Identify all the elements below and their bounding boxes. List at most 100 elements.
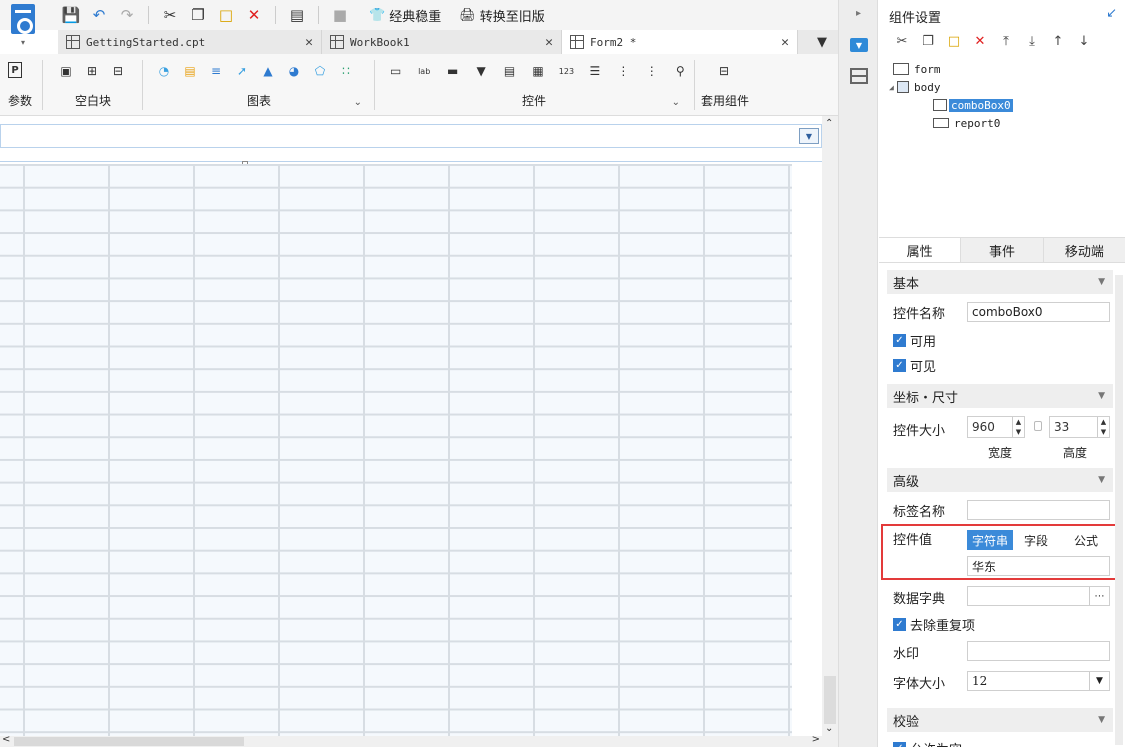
label-control-icon[interactable]: lab (414, 62, 433, 80)
height-stepper[interactable]: 33 ▲ ▼ (1049, 416, 1110, 438)
list-control-icon[interactable]: ☰ (585, 62, 604, 80)
tab-events[interactable]: 事件 (961, 238, 1044, 262)
template-component-icon[interactable]: ⊟ (714, 62, 734, 80)
tree-node-body[interactable]: ◢ body (889, 78, 1013, 96)
enabled-checkbox[interactable]: ✓ 可用 (893, 331, 936, 350)
tree-node-combobox[interactable]: comboBox0 (933, 96, 1013, 114)
watermark-field[interactable] (967, 641, 1110, 661)
tree-node-form[interactable]: form (893, 60, 1013, 78)
scroll-left-icon[interactable]: < (2, 734, 10, 745)
stepper-arrows-icon[interactable]: ▲ ▼ (1012, 417, 1024, 437)
paste-icon[interactable]: □ (945, 32, 963, 50)
close-icon[interactable]: ✕ (545, 35, 553, 50)
search-control-icon[interactable]: ⚲ (671, 62, 690, 80)
checkbox-group-icon[interactable]: ⋮ (614, 62, 633, 80)
move-bottom-icon[interactable]: ⤓ (1023, 32, 1041, 50)
vertical-scrollbar[interactable]: ⌃ ⌄ (822, 116, 838, 736)
move-top-icon[interactable]: ⤒ (997, 32, 1015, 50)
move-down-icon[interactable]: ↓ (1075, 32, 1093, 50)
horizontal-bar-icon[interactable]: ≡ (206, 62, 226, 80)
line-chart-icon[interactable]: ➚ (232, 62, 252, 80)
scroll-down-icon[interactable]: ⌄ (825, 723, 833, 734)
stepper-arrows-icon[interactable]: ▲ ▼ (1097, 417, 1109, 437)
layout-icon[interactable] (850, 68, 868, 84)
button-control-icon[interactable]: ▭ (386, 62, 405, 80)
undo-icon[interactable]: ↶ (88, 4, 110, 26)
copy-icon[interactable]: ❐ (919, 32, 937, 50)
dedupe-checkbox[interactable]: ✓ 去除重复项 (893, 615, 975, 634)
save-icon[interactable]: 💾 (60, 4, 82, 26)
bar-chart-icon[interactable]: ▤ (180, 62, 200, 80)
lock-icon[interactable] (1034, 421, 1042, 431)
tab-workbook[interactable]: WorkBook1 ✕ (322, 30, 562, 54)
width-stepper[interactable]: 960 ▲ ▼ (967, 416, 1025, 438)
data-dict-field[interactable]: ⋯ (967, 586, 1110, 606)
convert-old-button[interactable]: 🖨 转换至旧版 (459, 6, 545, 25)
control-name-field[interactable]: comboBox0 (967, 302, 1110, 322)
control-value-field[interactable]: 华东 (967, 556, 1110, 576)
dropdown-arrow-icon[interactable]: ▼ (799, 128, 819, 144)
delete-icon[interactable]: ✕ (971, 32, 989, 50)
classic-theme-button[interactable]: 👕 经典稳重 (369, 6, 441, 25)
chevron-right-icon[interactable]: ▸ (856, 8, 861, 19)
section-validate[interactable]: 校验 ▼ (887, 708, 1113, 732)
scroll-up-icon[interactable]: ⌃ (825, 118, 833, 129)
design-canvas[interactable]: ▼ (0, 116, 822, 736)
textarea-control-icon[interactable]: ▤ (500, 62, 519, 80)
radio-group-icon[interactable]: ⋮ (642, 62, 661, 80)
area-chart-icon[interactable]: ▲ (258, 62, 278, 80)
redo-icon[interactable]: ↷ (116, 4, 138, 26)
combobox-widget[interactable]: ▼ (0, 124, 822, 148)
expand-icon[interactable]: ◢ (889, 83, 894, 92)
section-basic[interactable]: 基本 ▼ (887, 270, 1113, 294)
move-up-icon[interactable]: ↑ (1049, 32, 1067, 50)
cut-icon[interactable]: ✂ (893, 32, 911, 50)
widget-settings-icon[interactable]: ▼ (850, 38, 868, 52)
app-logo[interactable]: ▾ (8, 4, 38, 50)
scroll-right-icon[interactable]: > (812, 734, 820, 745)
section-coords[interactable]: 坐标・尺寸 ▼ (887, 384, 1113, 408)
allow-empty-checkbox[interactable]: ✓ 允许为空 (893, 739, 962, 747)
tab-mobile[interactable]: 移动端 (1044, 238, 1125, 262)
report-grid[interactable] (0, 164, 792, 736)
tabs-menu-icon[interactable]: ▼ (806, 30, 838, 54)
collapse-icon[interactable]: ↙ (1106, 6, 1117, 21)
tab-form2[interactable]: Form2 * ✕ (562, 30, 798, 54)
preview-icon[interactable]: ■ (329, 4, 351, 26)
type-field-option[interactable]: 字段 (1019, 530, 1053, 550)
tree-node-report[interactable]: report0 (933, 114, 1013, 132)
chevron-down-icon[interactable]: ▼ (1089, 672, 1109, 690)
type-string-option[interactable]: 字符串 (967, 530, 1014, 550)
radar-chart-icon[interactable]: ⬠ (310, 62, 330, 80)
combobox-control-icon[interactable]: ▼ (471, 62, 490, 80)
panel-scrollbar[interactable] (1115, 275, 1123, 745)
date-control-icon[interactable]: ▦ (528, 62, 547, 80)
tab-layout-icon[interactable]: ⊞ (82, 62, 102, 80)
horizontal-scrollbar[interactable]: < > (0, 734, 838, 747)
scroll-thumb[interactable] (14, 737, 244, 746)
delete-icon[interactable]: ✕ (243, 4, 265, 26)
cut-icon[interactable]: ✂ (159, 4, 181, 26)
scroll-thumb[interactable] (824, 676, 836, 724)
tab-getting-started[interactable]: GettingStarted.cpt ✕ (58, 30, 322, 54)
type-formula-option[interactable]: 公式 (1069, 530, 1103, 550)
number-control-icon[interactable]: 123 (557, 62, 576, 80)
font-size-select[interactable]: 12 ▼ (967, 671, 1110, 691)
visible-checkbox[interactable]: ✓ 可见 (893, 356, 936, 375)
absolute-layout-icon[interactable]: ▣ (56, 62, 76, 80)
tab-properties[interactable]: 属性 (879, 238, 962, 262)
copy-icon[interactable]: ❐ (187, 4, 209, 26)
close-icon[interactable]: ✕ (305, 35, 313, 50)
grid-layout-icon[interactable]: ⊟ (108, 62, 128, 80)
paste-icon[interactable]: □ (215, 4, 237, 26)
section-advanced[interactable]: 高级 ▼ (887, 468, 1113, 492)
chevron-down-icon[interactable]: ⌄ (672, 97, 680, 108)
param-icon[interactable]: P (8, 62, 22, 78)
tag-name-field[interactable] (967, 500, 1110, 520)
chevron-down-icon[interactable]: ⌄ (354, 97, 362, 108)
more-icon[interactable]: ⋯ (1089, 587, 1109, 605)
gauge-chart-icon[interactable]: ◕ (284, 62, 304, 80)
textbox-control-icon[interactable]: ▬ (443, 62, 462, 80)
scatter-chart-icon[interactable]: ∷ (336, 62, 356, 80)
pie-chart-icon[interactable]: ◔ (154, 62, 174, 80)
